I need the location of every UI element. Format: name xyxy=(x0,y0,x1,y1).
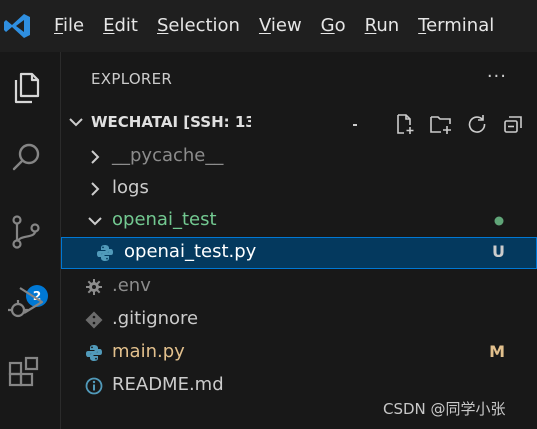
workspace-name: WECHATAI [SSH: 13 xyxy=(91,113,251,131)
tree-folder-pycache[interactable]: __pycache__ xyxy=(61,141,537,173)
menu-view[interactable]: View xyxy=(259,15,302,36)
menu-bar: File Edit Selection View Go Run Terminal xyxy=(54,15,513,36)
python-file-icon xyxy=(97,245,113,261)
tree-item-label: __pycache__ xyxy=(112,145,224,166)
explorer-title: EXPLORER xyxy=(91,70,173,88)
info-icon xyxy=(85,377,103,395)
git-status-untracked: U xyxy=(492,242,505,261)
chevron-down-icon xyxy=(69,118,83,127)
python-file-icon xyxy=(86,345,102,361)
tree-item-label: openai_test xyxy=(112,209,217,230)
menu-edit[interactable]: Edit xyxy=(103,15,138,36)
refresh-icon[interactable] xyxy=(459,110,495,138)
tree-folder-openai-test[interactable]: openai_test xyxy=(61,205,537,237)
tree-item-label: main.py xyxy=(112,341,185,362)
menu-selection[interactable]: Selection xyxy=(157,15,240,36)
explorer-panel: EXPLORER ··· WECHATAI [SSH: 13 __pycache… xyxy=(61,52,537,429)
gear-icon xyxy=(86,279,102,295)
menu-go[interactable]: Go xyxy=(321,15,346,36)
run-debug-icon[interactable] xyxy=(4,280,48,324)
tree-item-label: logs xyxy=(112,177,149,198)
chevron-right-icon xyxy=(91,150,100,164)
tree-file-gitignore[interactable]: .gitignore xyxy=(61,304,537,336)
chevron-right-icon xyxy=(91,182,100,196)
chevron-down-icon xyxy=(88,217,102,226)
tree-item-label: README.md xyxy=(112,374,224,395)
git-icon xyxy=(85,311,103,329)
menu-run[interactable]: Run xyxy=(365,15,400,36)
new-folder-icon[interactable] xyxy=(423,110,459,138)
title-bar: File Edit Selection View Go Run Terminal xyxy=(0,0,537,52)
source-control-icon[interactable] xyxy=(4,210,48,254)
workspace-separator xyxy=(353,124,357,126)
explorer-files-icon[interactable] xyxy=(4,66,48,110)
activity-bar: 2 xyxy=(0,52,61,429)
watermark: CSDN @同学小张 xyxy=(383,400,506,418)
workspace-header[interactable]: WECHATAI [SSH: 13 xyxy=(61,108,537,138)
new-file-icon[interactable] xyxy=(387,110,423,138)
untracked-dot-icon xyxy=(494,216,504,226)
more-actions-icon[interactable]: ··· xyxy=(487,66,507,87)
tree-file-main-py[interactable]: main.py M xyxy=(61,337,537,369)
search-icon[interactable] xyxy=(4,136,48,180)
menu-file[interactable]: File xyxy=(54,15,84,36)
tree-file-openai-test-py[interactable]: openai_test.py U xyxy=(61,237,537,269)
tree-item-label: .gitignore xyxy=(112,308,199,329)
collapse-all-icon[interactable] xyxy=(495,110,531,138)
tree-item-label: .env xyxy=(112,275,151,296)
vscode-logo-icon xyxy=(2,11,32,41)
extensions-icon[interactable] xyxy=(4,352,48,396)
explorer-actions xyxy=(387,110,531,138)
tree-item-label: openai_test.py xyxy=(124,241,257,262)
menu-terminal[interactable]: Terminal xyxy=(418,15,494,36)
git-status-modified: M xyxy=(489,342,505,361)
tree-folder-logs[interactable]: logs xyxy=(61,173,537,205)
tree-file-env[interactable]: .env xyxy=(61,271,537,303)
